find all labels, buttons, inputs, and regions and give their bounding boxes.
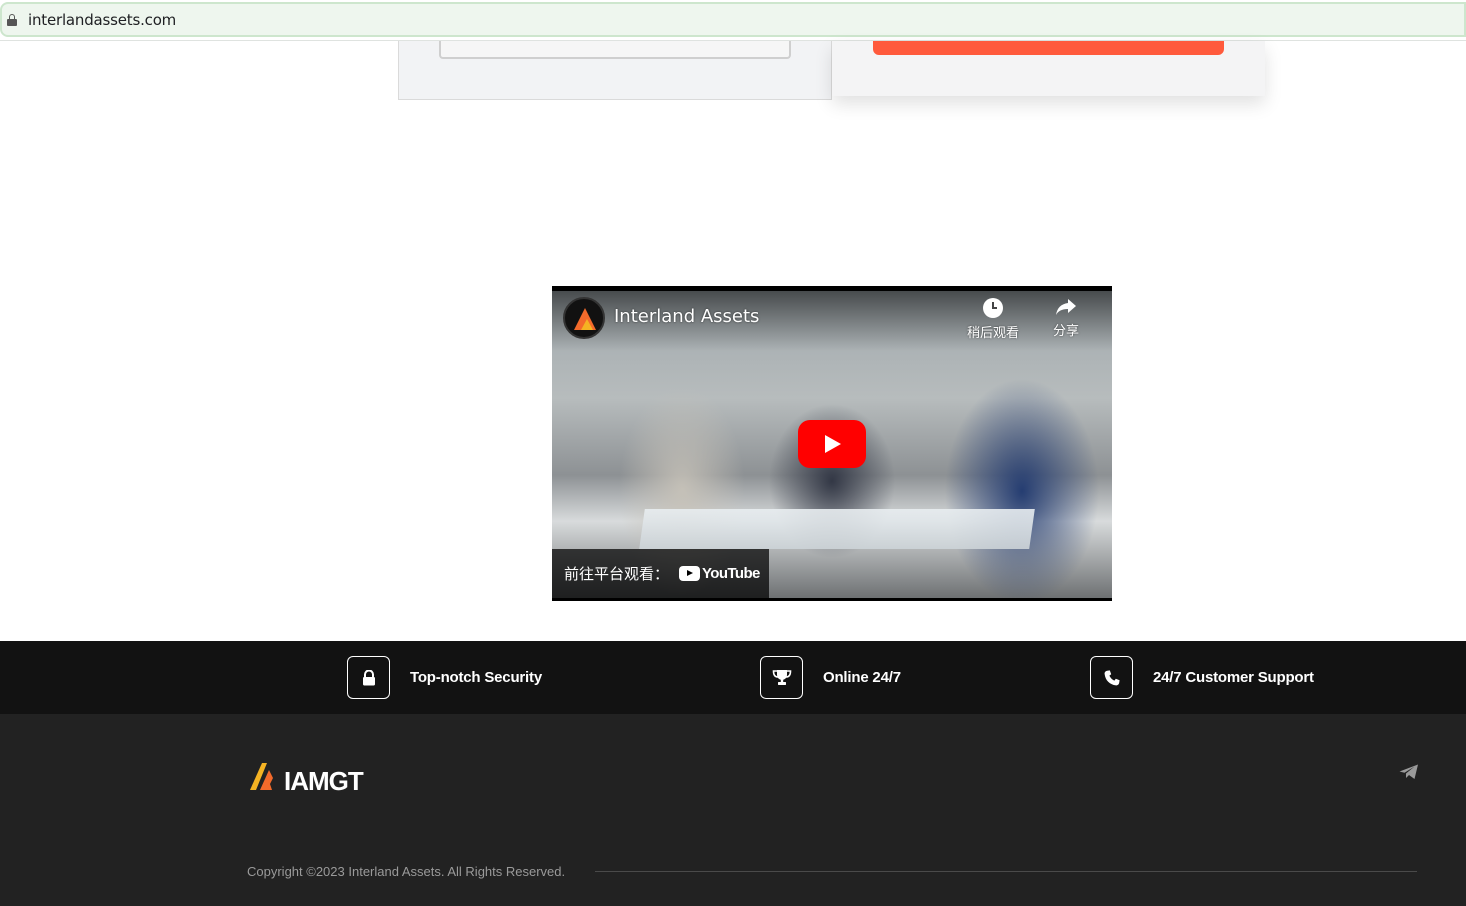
lock-icon[interactable]	[7, 13, 17, 26]
video-title[interactable]: Interland Assets	[614, 306, 759, 327]
video-embed[interactable]: Interland Assets 稍后观看 分享 前往平台观看： YouTube	[552, 286, 1112, 601]
brand-logo[interactable]: IAMGT	[250, 762, 370, 792]
watch-later-label: 稍后观看	[966, 326, 1019, 341]
lock-icon	[347, 656, 390, 699]
submit-button[interactable]	[873, 41, 1224, 55]
feature-support: 24/7 Customer Support	[1090, 656, 1314, 699]
copyright-text: Copyright ©2023 Interland Assets. All Ri…	[247, 864, 566, 879]
url-text[interactable]: interlandassets.com	[28, 11, 176, 29]
youtube-play-icon	[679, 566, 701, 581]
thumbnail-table	[639, 509, 1035, 549]
feature-label: 24/7 Customer Support	[1153, 669, 1314, 686]
features-strip: Top-notch Security Online 24/7 24/7 Cust…	[0, 641, 1466, 714]
form-card-left	[398, 41, 832, 100]
logo-text: IAMGT	[284, 766, 364, 792]
youtube-logo: YouTube	[679, 565, 760, 582]
form-card-right	[832, 41, 1265, 96]
share-label: 分享	[1052, 324, 1079, 339]
phone-icon	[1090, 656, 1133, 699]
feature-label: Online 24/7	[823, 669, 901, 686]
clock-icon	[983, 298, 1003, 318]
watch-on-youtube-link[interactable]: 前往平台观看： YouTube	[552, 549, 769, 598]
feature-label: Top-notch Security	[410, 669, 542, 686]
url-field[interactable]: interlandassets.com	[0, 2, 1466, 37]
play-button[interactable]	[798, 420, 866, 468]
channel-avatar[interactable]	[563, 297, 605, 339]
feature-online: Online 24/7	[760, 656, 901, 699]
youtube-wordmark: YouTube	[702, 565, 760, 582]
site-footer: IAMGT Copyright ©2023 Interland Assets. …	[0, 714, 1466, 906]
share-icon	[1056, 299, 1076, 315]
feature-security: Top-notch Security	[347, 656, 542, 699]
trophy-icon	[760, 656, 803, 699]
share-button[interactable]: 分享	[1036, 298, 1096, 339]
footer-divider	[595, 871, 1417, 872]
watch-on-label: 前往平台观看：	[564, 565, 670, 583]
watch-later-button[interactable]: 稍后观看	[963, 298, 1023, 341]
browser-address-bar: interlandassets.com	[0, 0, 1466, 41]
input-field[interactable]	[439, 41, 791, 59]
telegram-icon[interactable]	[1399, 764, 1419, 780]
